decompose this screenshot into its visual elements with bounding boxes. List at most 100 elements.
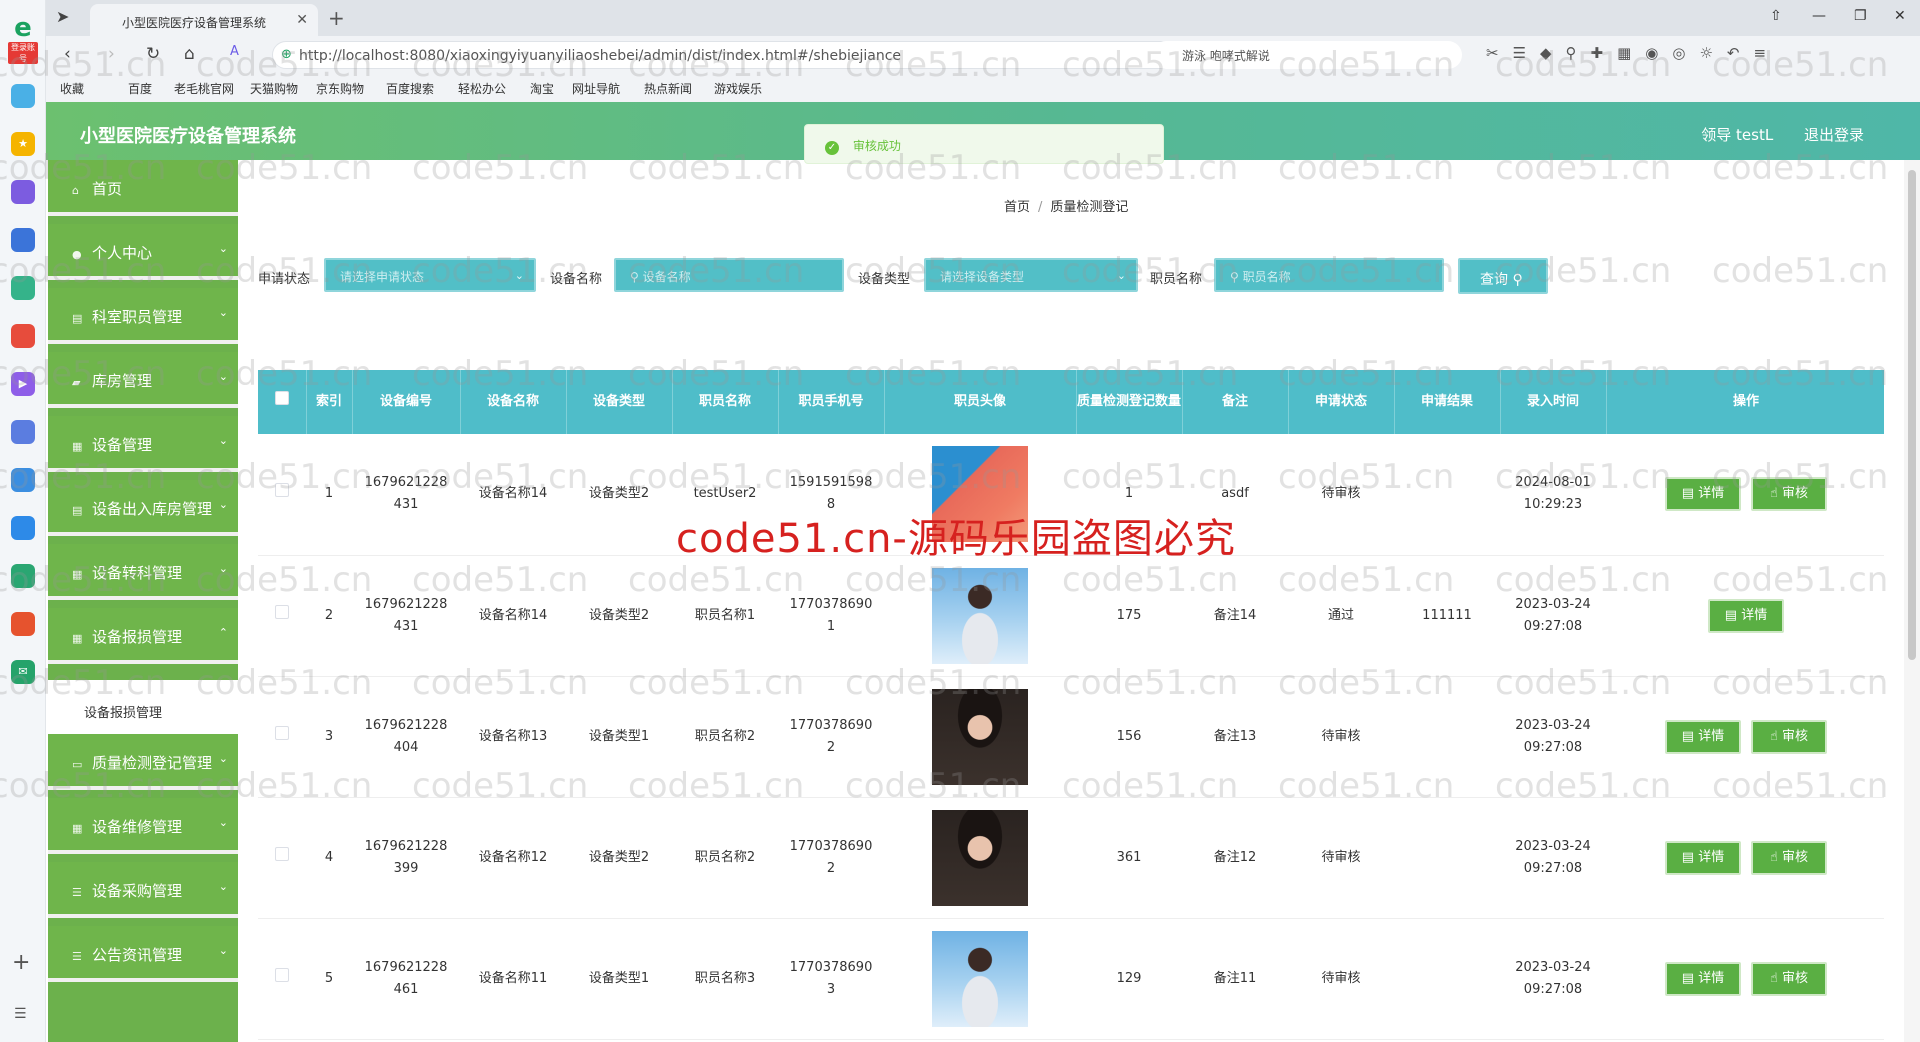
star-icon[interactable]: ★ xyxy=(11,132,35,156)
reload-icon[interactable]: ↻ xyxy=(146,44,160,64)
sidebar-item-quality[interactable]: ▭ 质量检测登记管理 ⌄ xyxy=(48,734,238,790)
bookmark-10[interactable]: 游戏娱乐 xyxy=(714,80,762,97)
back-icon[interactable]: ‹ xyxy=(64,44,71,64)
sidebar-item-equipment[interactable]: ▦ 设备管理 ⌄ xyxy=(48,416,238,472)
column-header[interactable]: 职员名称 xyxy=(672,370,779,434)
bookmark-0[interactable]: 收藏 xyxy=(60,80,84,97)
forward-icon[interactable]: › xyxy=(108,44,115,64)
query-button[interactable]: 查询 ⚲ xyxy=(1458,258,1548,294)
video-icon[interactable]: ▶ xyxy=(11,372,35,396)
image-icon[interactable] xyxy=(11,276,35,300)
staff-avatar[interactable] xyxy=(932,688,1028,785)
sidebar-item-purchase[interactable]: ☰ 设备采购管理 ⌄ xyxy=(48,862,238,918)
bookmark-7[interactable]: 淘宝 xyxy=(530,80,554,97)
browser-tab[interactable]: 小型医院医疗设备管理系统 ✕ xyxy=(90,4,318,36)
audit-button[interactable]: ☝ 审核 xyxy=(1751,477,1827,512)
column-header[interactable]: 申请结果 xyxy=(1394,370,1501,434)
browser-nav-icon[interactable]: ➤ xyxy=(56,7,69,26)
bookmark-9[interactable]: 热点新闻 xyxy=(644,80,692,97)
bookmark-4[interactable]: 京东购物 xyxy=(316,80,364,97)
column-header[interactable]: 设备名称 xyxy=(460,370,567,434)
row-checkbox[interactable] xyxy=(275,725,289,740)
page-scrollbar[interactable] xyxy=(1904,160,1920,1042)
ai-icon[interactable]: A xyxy=(230,44,239,59)
row-checkbox[interactable] xyxy=(275,846,289,861)
note-icon[interactable] xyxy=(11,420,35,444)
sidebar-item-staff[interactable]: ▤ 科室职员管理 ⌄ xyxy=(48,288,238,344)
sidebar-item-damage[interactable]: ▦ 设备报损管理 ⌃ xyxy=(48,608,238,664)
column-header[interactable]: 质量检测登记数量 xyxy=(1076,370,1183,434)
browser-search-box[interactable]: 游泳 咆哮式解说 xyxy=(1152,41,1462,69)
sidebar-item-news[interactable]: ☰ 公告资讯管理 ⌄ xyxy=(48,926,238,982)
column-header[interactable]: 索引 xyxy=(306,370,353,434)
browser-logo[interactable]: e 登录账号 xyxy=(8,14,38,64)
detail-button[interactable]: ▤ 详情 xyxy=(1665,961,1741,996)
column-header[interactable]: 设备类型 xyxy=(566,370,673,434)
translate-icon[interactable] xyxy=(11,516,35,540)
bookmark-2[interactable]: 老毛桃官网 xyxy=(174,80,234,97)
column-header[interactable]: 设备编号 xyxy=(352,370,461,434)
row-checkbox[interactable] xyxy=(275,604,289,619)
sidebar-item-repair[interactable]: ▦ 设备维修管理 ⌄ xyxy=(48,798,238,854)
column-header[interactable]: 申请状态 xyxy=(1288,370,1395,434)
bookmark-3[interactable]: 天猫购物 xyxy=(250,80,298,97)
ai-icon[interactable] xyxy=(11,180,35,204)
header-actions: 领导 testL 退出登录 xyxy=(1675,124,1864,145)
new-tab-button[interactable]: + xyxy=(328,6,345,30)
weibo-icon[interactable] xyxy=(11,612,35,636)
bookmark-6[interactable]: 轻松办公 xyxy=(458,80,506,97)
sidebar-subitem-damage[interactable]: 设备报损管理 xyxy=(48,680,238,734)
detail-button[interactable]: ▤ 详情 xyxy=(1665,477,1741,512)
audit-button[interactable]: ☝ 审核 xyxy=(1751,840,1827,875)
menu-list-icon[interactable]: ☰ xyxy=(14,1006,27,1022)
sidebar-item-personal-center[interactable]: ● 个人中心 ⌄ xyxy=(48,224,238,280)
row-checkbox[interactable] xyxy=(275,967,289,982)
sidebar-item-inout[interactable]: ▤ 设备出入库房管理 ⌄ xyxy=(48,480,238,536)
bookmark-8[interactable]: 网址导航 xyxy=(572,80,620,97)
add-icon[interactable]: + xyxy=(12,950,30,975)
close-window-icon[interactable]: ✕ xyxy=(1894,8,1906,24)
status-select[interactable]: 请选择申请状态 ⌄ xyxy=(324,258,536,292)
sidebar-item-home[interactable]: ⌂ 首页 xyxy=(48,160,238,216)
logout-link[interactable]: 退出登录 xyxy=(1804,126,1864,144)
pdf-icon[interactable] xyxy=(11,324,35,348)
detail-button[interactable]: ▤ 详情 xyxy=(1665,719,1741,754)
column-header[interactable]: 备注 xyxy=(1182,370,1289,434)
staff-avatar[interactable] xyxy=(932,809,1028,906)
column-header[interactable]: 录入时间 xyxy=(1500,370,1607,434)
staff-avatar[interactable] xyxy=(932,930,1028,1027)
detail-button[interactable]: ▤ 详情 xyxy=(1665,840,1741,875)
device-name-input[interactable]: ⚲ 设备名称 xyxy=(614,258,844,292)
rail-app-icon[interactable] xyxy=(11,84,35,108)
column-header[interactable]: 职员头像 xyxy=(884,370,1077,434)
scrollbar-thumb[interactable] xyxy=(1908,170,1916,660)
close-tab-icon[interactable]: ✕ xyxy=(296,12,308,28)
device-type-select[interactable]: 请选择设备类型 ⌄ xyxy=(924,258,1138,292)
minimize-icon[interactable]: — xyxy=(1812,8,1826,24)
column-header[interactable]: 职员手机号 xyxy=(778,370,885,434)
ai-badge-icon[interactable] xyxy=(11,228,35,252)
row-checkbox[interactable] xyxy=(275,483,289,498)
address-bar[interactable]: ⊕ http://localhost:8080/xiaoxingyiyuanyi… xyxy=(272,41,1182,69)
mail-icon[interactable]: ✉ xyxy=(11,660,35,684)
restore-icon[interactable]: ❐ xyxy=(1854,8,1867,24)
home-icon[interactable]: ⌂ xyxy=(184,44,195,64)
detail-button[interactable]: ▤ 详情 xyxy=(1708,598,1784,633)
doc-icon[interactable] xyxy=(11,468,35,492)
audit-button[interactable]: ☝ 审核 xyxy=(1751,961,1827,996)
sidebar-item-transfer[interactable]: ▦ 设备转科管理 ⌄ xyxy=(48,544,238,600)
bookmark-1[interactable]: 百度 xyxy=(128,80,152,97)
staff-name-input[interactable]: ⚲ 职员名称 xyxy=(1214,258,1444,292)
device-code: 1679621228404 xyxy=(364,717,448,755)
breadcrumb-home[interactable]: 首页 xyxy=(1004,200,1030,215)
staff-avatar[interactable] xyxy=(932,567,1028,664)
map-icon[interactable] xyxy=(11,564,35,588)
sidebar-item-warehouse[interactable]: ▰ 库房管理 ⌄ xyxy=(48,352,238,408)
audit-button[interactable]: ☝ 审核 xyxy=(1751,719,1827,754)
current-user[interactable]: 领导 testL xyxy=(1701,126,1773,144)
pin-icon[interactable]: ⇧ xyxy=(1770,8,1782,24)
staff-avatar[interactable] xyxy=(932,446,1028,543)
toolbar-icons[interactable]: ✂☰◆⚲✚▦◉◎☼↶≡ xyxy=(1486,44,1780,62)
select-all-checkbox[interactable] xyxy=(274,391,289,405)
bookmark-5[interactable]: 百度搜索 xyxy=(386,80,434,97)
